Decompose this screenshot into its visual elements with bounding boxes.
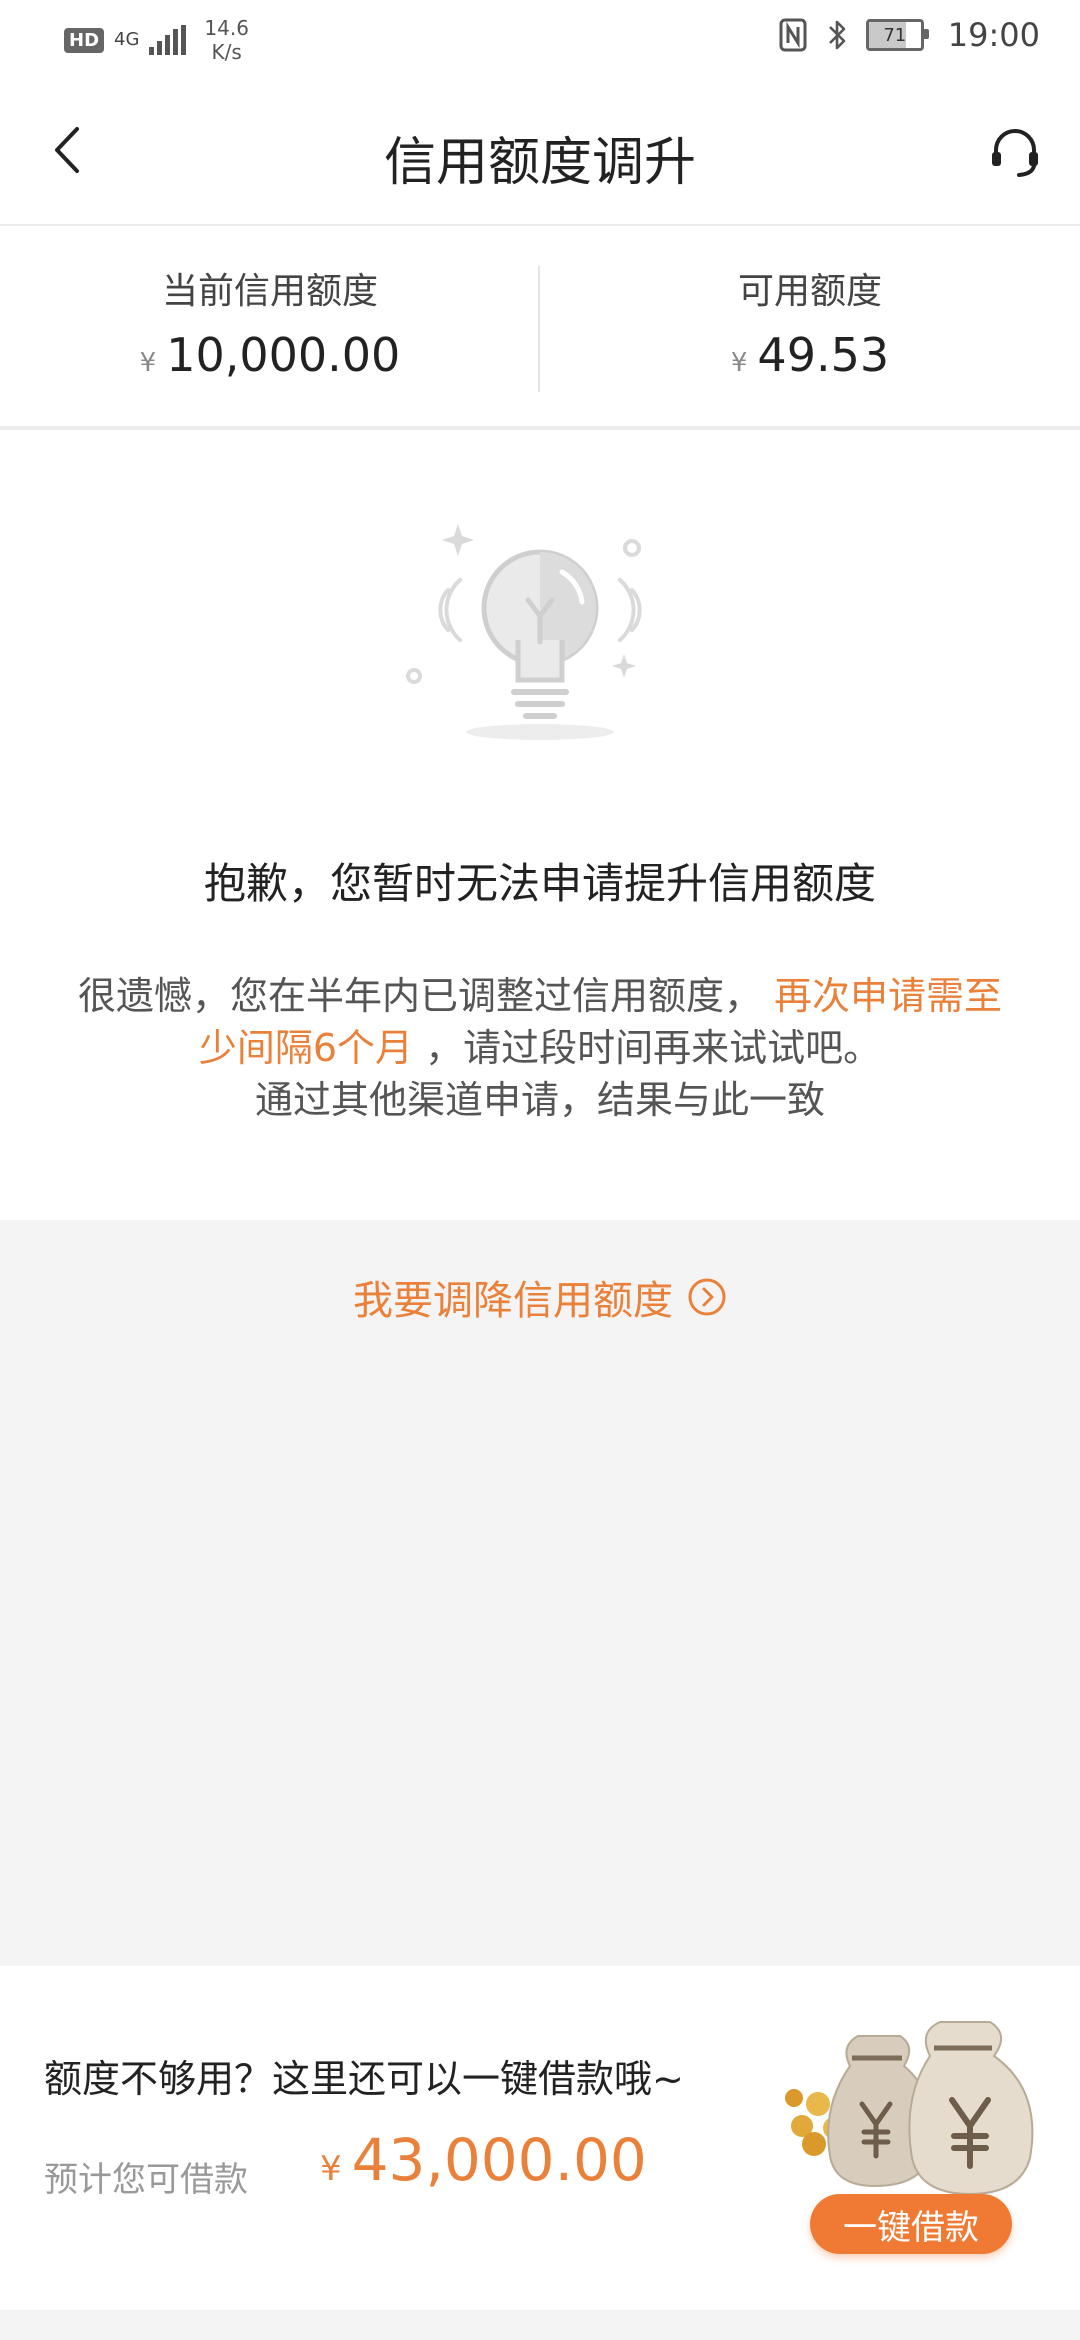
network-type: 4G — [114, 29, 140, 50]
notice-panel: 抱歉，您暂时无法申请提升信用额度 很遗憾，您在半年内已调整过信用额度， 再次申请… — [0, 430, 1080, 1220]
currency-symbol: ¥ — [320, 2149, 342, 2189]
status-bar: HD 4G 14.6 K/s 71 19:00 — [0, 0, 1080, 80]
status-right: 71 19:00 — [778, 16, 1040, 54]
clock: 19:00 — [947, 16, 1040, 54]
notice-desc-part1: 很遗憾，您在半年内已调整过信用额度， — [77, 974, 762, 1018]
lower-quota-label: 我要调降信用额度 — [353, 1278, 673, 1324]
available-quota-label: 可用额度 — [737, 271, 882, 312]
currency-symbol: ¥ — [139, 348, 157, 378]
quota-summary: 当前信用额度 ¥10,000.00 可用额度 ¥49.53 — [0, 226, 1080, 430]
available-quota-amount: ¥49.53 — [540, 328, 1080, 382]
loan-estimate-label: 预计您可借款 — [44, 2160, 248, 2200]
current-quota-amount: ¥10,000.00 — [0, 328, 540, 382]
nav-bar: 信用额度调升 — [0, 80, 1080, 226]
currency-symbol: ¥ — [730, 348, 748, 378]
customer-service-button[interactable] — [980, 120, 1050, 184]
current-quota-value: 10,000.00 — [166, 328, 401, 382]
network-speed: 14.6 K/s — [204, 16, 249, 64]
network-speed-value: 14.6 — [204, 16, 249, 40]
loan-card: 额度不够用？这里还可以一键借款哦~ 预计您可借款 ¥43,000.00 一键借款 — [0, 1966, 1080, 2310]
hd-badge: HD — [64, 27, 105, 53]
loan-estimate-amount: ¥43,000.00 — [320, 2126, 647, 2194]
loan-amount-value: 43,000.00 — [351, 2126, 647, 2194]
battery-icon: 71 — [865, 19, 929, 51]
notice-desc-part2: ，请过段时间再来试试吧。 — [425, 1026, 882, 1070]
page: HD 4G 14.6 K/s 71 19:00 信用额度调升 当前信用额度 ¥ … — [0, 0, 1080, 2340]
status-left: HD 4G 14.6 K/s — [64, 16, 249, 64]
notice-title: 抱歉，您暂时无法申请提升信用额度 — [203, 859, 876, 908]
loan-tip: 额度不够用？这里还可以一键借款哦~ — [44, 2057, 684, 2101]
notice-desc-line3: 通过其他渠道申请，结果与此一致 — [254, 1078, 825, 1122]
battery-level: 71 — [883, 24, 907, 46]
bluetooth-icon — [828, 20, 846, 50]
lower-quota-link[interactable]: 我要调降信用额度 — [0, 1268, 1080, 1326]
notice-description: 很遗憾，您在半年内已调整过信用额度， 再次申请需至少间隔6个月 ，请过段时间再来… — [60, 970, 1020, 1126]
available-quota: 可用额度 ¥49.53 — [540, 262, 1080, 382]
one-click-loan-button[interactable]: 一键借款 — [810, 2194, 1012, 2254]
headset-icon — [992, 129, 1038, 177]
page-title: 信用额度调升 — [383, 133, 696, 193]
signal-icon — [149, 25, 187, 55]
network-speed-unit: K/s — [211, 40, 242, 64]
available-quota-value: 49.53 — [757, 328, 890, 382]
current-quota: 当前信用额度 ¥10,000.00 — [0, 262, 540, 382]
lightbulb-icon — [406, 524, 642, 740]
nfc-icon — [779, 18, 807, 52]
current-quota-label: 当前信用额度 — [161, 271, 378, 312]
money-bags-icon — [785, 2021, 1034, 2196]
chevron-right-circle-icon — [688, 1278, 726, 1316]
